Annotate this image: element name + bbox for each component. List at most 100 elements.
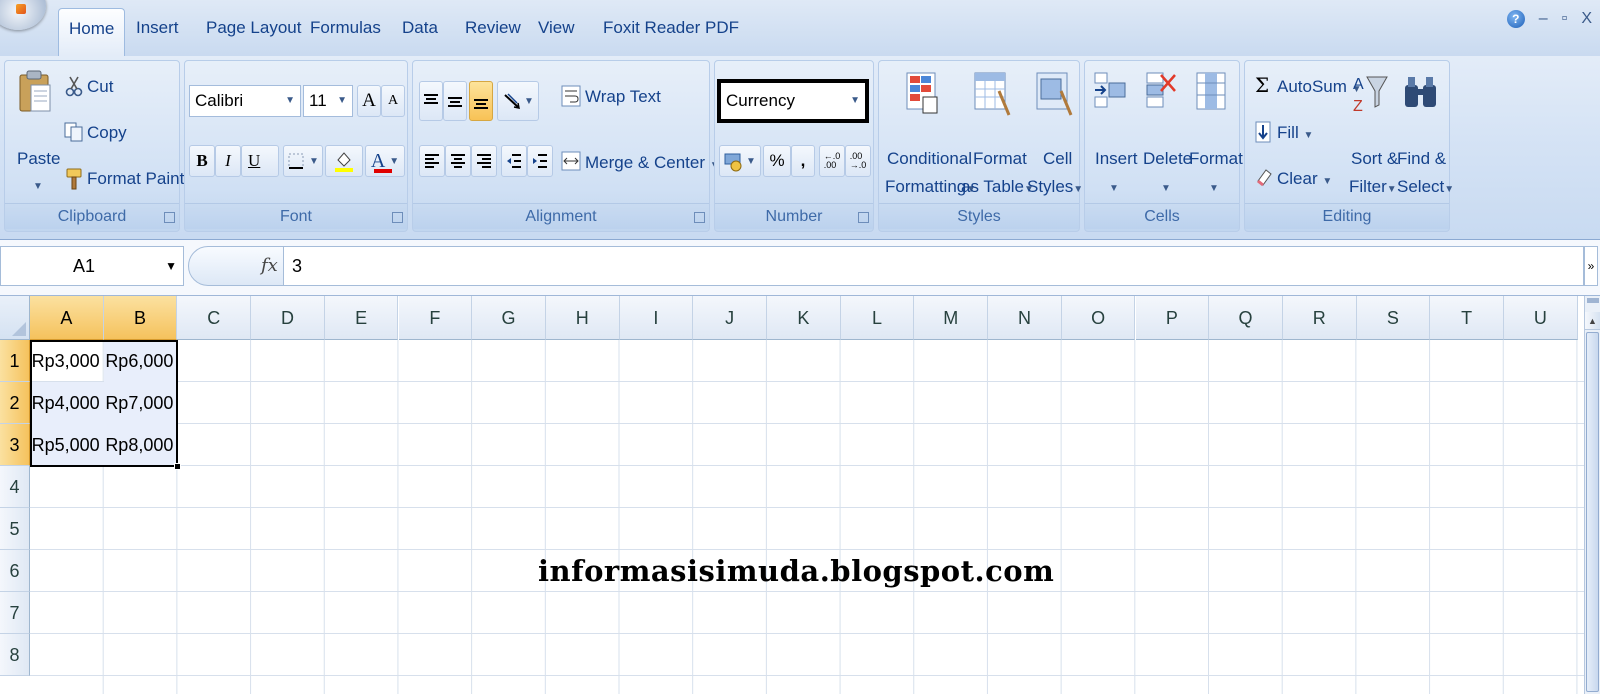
- column-header-s[interactable]: S: [1356, 296, 1431, 340]
- percent-style-button[interactable]: %: [763, 145, 791, 177]
- tab-formulas[interactable]: Formulas: [300, 8, 391, 48]
- bold-button[interactable]: B: [189, 145, 215, 177]
- tab-page-layout[interactable]: Page Layout: [196, 8, 311, 48]
- copy-button[interactable]: Copy: [87, 123, 127, 143]
- sort-filter-label-1[interactable]: Sort &: [1351, 149, 1398, 169]
- tab-foxit-reader-pdf[interactable]: Foxit Reader PDF: [593, 8, 749, 48]
- row-header-1[interactable]: 1: [0, 340, 30, 382]
- fill-color-button[interactable]: [325, 145, 363, 177]
- number-dialog-launcher[interactable]: [858, 212, 869, 223]
- insert-cells-button[interactable]: Insert: [1095, 149, 1138, 169]
- help-icon[interactable]: ?: [1506, 10, 1525, 28]
- column-header-e[interactable]: E: [324, 296, 399, 340]
- comma-style-button[interactable]: ,: [791, 145, 815, 177]
- conditional-formatting-label-1[interactable]: Conditional: [887, 149, 972, 169]
- clear-button[interactable]: Clear ▼: [1277, 169, 1332, 192]
- chevron-down-icon[interactable]: ▼: [165, 247, 177, 285]
- row-header-8[interactable]: 8: [0, 634, 30, 676]
- column-header-h[interactable]: H: [545, 296, 620, 340]
- column-header-d[interactable]: D: [251, 296, 325, 340]
- decrease-decimal-button[interactable]: .00 →.0: [845, 145, 871, 177]
- tab-review[interactable]: Review: [455, 8, 531, 48]
- column-header-u[interactable]: U: [1504, 296, 1578, 340]
- format-as-table-label-1[interactable]: Format: [973, 149, 1027, 169]
- column-header-m[interactable]: M: [914, 296, 989, 340]
- accounting-format-button[interactable]: ▼: [719, 145, 761, 177]
- row-header-7[interactable]: 7: [0, 592, 30, 634]
- close-button[interactable]: X: [1581, 10, 1592, 28]
- minimize-button[interactable]: –: [1539, 10, 1548, 28]
- column-header-j[interactable]: J: [693, 296, 767, 340]
- column-header-r[interactable]: R: [1282, 296, 1357, 340]
- row-header-4[interactable]: 4: [0, 466, 30, 508]
- font-size-combo[interactable]: 11 ▼: [303, 85, 353, 117]
- clipboard-dialog-launcher[interactable]: [164, 212, 175, 223]
- cut-button[interactable]: Cut: [87, 77, 113, 97]
- increase-decimal-button[interactable]: ←.0.00: [819, 145, 845, 177]
- alignment-dialog-launcher[interactable]: [694, 212, 705, 223]
- chevron-down-icon[interactable]: ▼: [337, 86, 347, 116]
- tab-view[interactable]: View: [528, 8, 585, 48]
- column-header-t[interactable]: T: [1430, 296, 1504, 340]
- restore-button[interactable]: ▫: [1562, 10, 1568, 28]
- find-select-button[interactable]: Select▼: [1397, 177, 1454, 200]
- format-cells-button[interactable]: Format: [1189, 149, 1243, 169]
- format-painter-button[interactable]: Format Painter: [87, 169, 199, 189]
- expand-formula-bar-icon[interactable]: »: [1584, 246, 1598, 286]
- top-align-button[interactable]: [419, 81, 443, 121]
- column-header-q[interactable]: Q: [1209, 296, 1283, 340]
- column-header-b[interactable]: B: [103, 296, 178, 340]
- chevron-down-icon[interactable]: ▼: [850, 83, 860, 119]
- merge-center-button[interactable]: Merge & Center ▼: [585, 153, 720, 176]
- scroll-up-arrow-icon[interactable]: ▲: [1585, 312, 1600, 330]
- align-right-button[interactable]: [471, 145, 497, 177]
- split-handle[interactable]: [1587, 298, 1599, 303]
- middle-align-button[interactable]: [443, 81, 467, 121]
- orientation-button[interactable]: ▼: [497, 81, 539, 121]
- paste-button[interactable]: Paste: [17, 149, 60, 169]
- sort-filter-button[interactable]: Filter▼: [1349, 177, 1397, 200]
- fill-handle[interactable]: [174, 463, 181, 470]
- paste-dropdown-arrow[interactable]: ▼: [33, 177, 43, 197]
- chevron-down-icon[interactable]: ▼: [1161, 179, 1171, 199]
- underline-button[interactable]: U: [241, 145, 279, 177]
- chevron-down-icon[interactable]: ▼: [1109, 179, 1119, 199]
- column-header-k[interactable]: K: [767, 296, 841, 340]
- fill-button[interactable]: Fill ▼: [1277, 123, 1313, 146]
- column-header-l[interactable]: L: [840, 296, 915, 340]
- office-button[interactable]: [0, 0, 46, 30]
- tab-home[interactable]: Home: [58, 8, 126, 56]
- find-select-label-1[interactable]: Find &: [1397, 149, 1446, 169]
- decrease-indent-button[interactable]: [501, 145, 527, 177]
- italic-button[interactable]: I: [215, 145, 241, 177]
- font-dialog-launcher[interactable]: [392, 212, 403, 223]
- borders-button[interactable]: ▼: [283, 145, 323, 177]
- cell-styles-button[interactable]: Styles▼: [1027, 177, 1083, 200]
- cell-styles-label-1[interactable]: Cell: [1043, 149, 1072, 169]
- insert-function-icon[interactable]: fx: [261, 255, 278, 276]
- formula-input[interactable]: 3: [284, 246, 1584, 286]
- scrollbar-thumb[interactable]: [1586, 332, 1599, 692]
- number-format-combo[interactable]: Currency ▼: [717, 79, 869, 123]
- font-name-combo[interactable]: Calibri ▼: [189, 85, 301, 117]
- column-header-a[interactable]: A: [30, 296, 104, 340]
- font-color-button[interactable]: A ▼: [365, 145, 405, 177]
- column-header-n[interactable]: N: [988, 296, 1062, 340]
- tab-insert[interactable]: Insert: [126, 8, 189, 48]
- align-center-button[interactable]: [445, 145, 471, 177]
- column-header-g[interactable]: G: [472, 296, 546, 340]
- cell-area[interactable]: [30, 340, 1584, 694]
- select-all-button[interactable]: [0, 296, 30, 340]
- format-as-table-button[interactable]: as Table▼: [961, 177, 1034, 200]
- bottom-align-button[interactable]: [469, 81, 493, 121]
- grow-font-button[interactable]: A: [357, 85, 381, 117]
- vertical-scrollbar[interactable]: ▲: [1584, 296, 1600, 694]
- align-left-button[interactable]: [419, 145, 445, 177]
- column-header-i[interactable]: I: [619, 296, 694, 340]
- shrink-font-button[interactable]: A: [381, 85, 405, 117]
- column-header-o[interactable]: O: [1061, 296, 1136, 340]
- wrap-text-button[interactable]: Wrap Text: [585, 87, 661, 107]
- name-box[interactable]: A1 ▼: [0, 246, 184, 286]
- row-header-3[interactable]: 3: [0, 424, 30, 466]
- tab-data[interactable]: Data: [392, 8, 448, 48]
